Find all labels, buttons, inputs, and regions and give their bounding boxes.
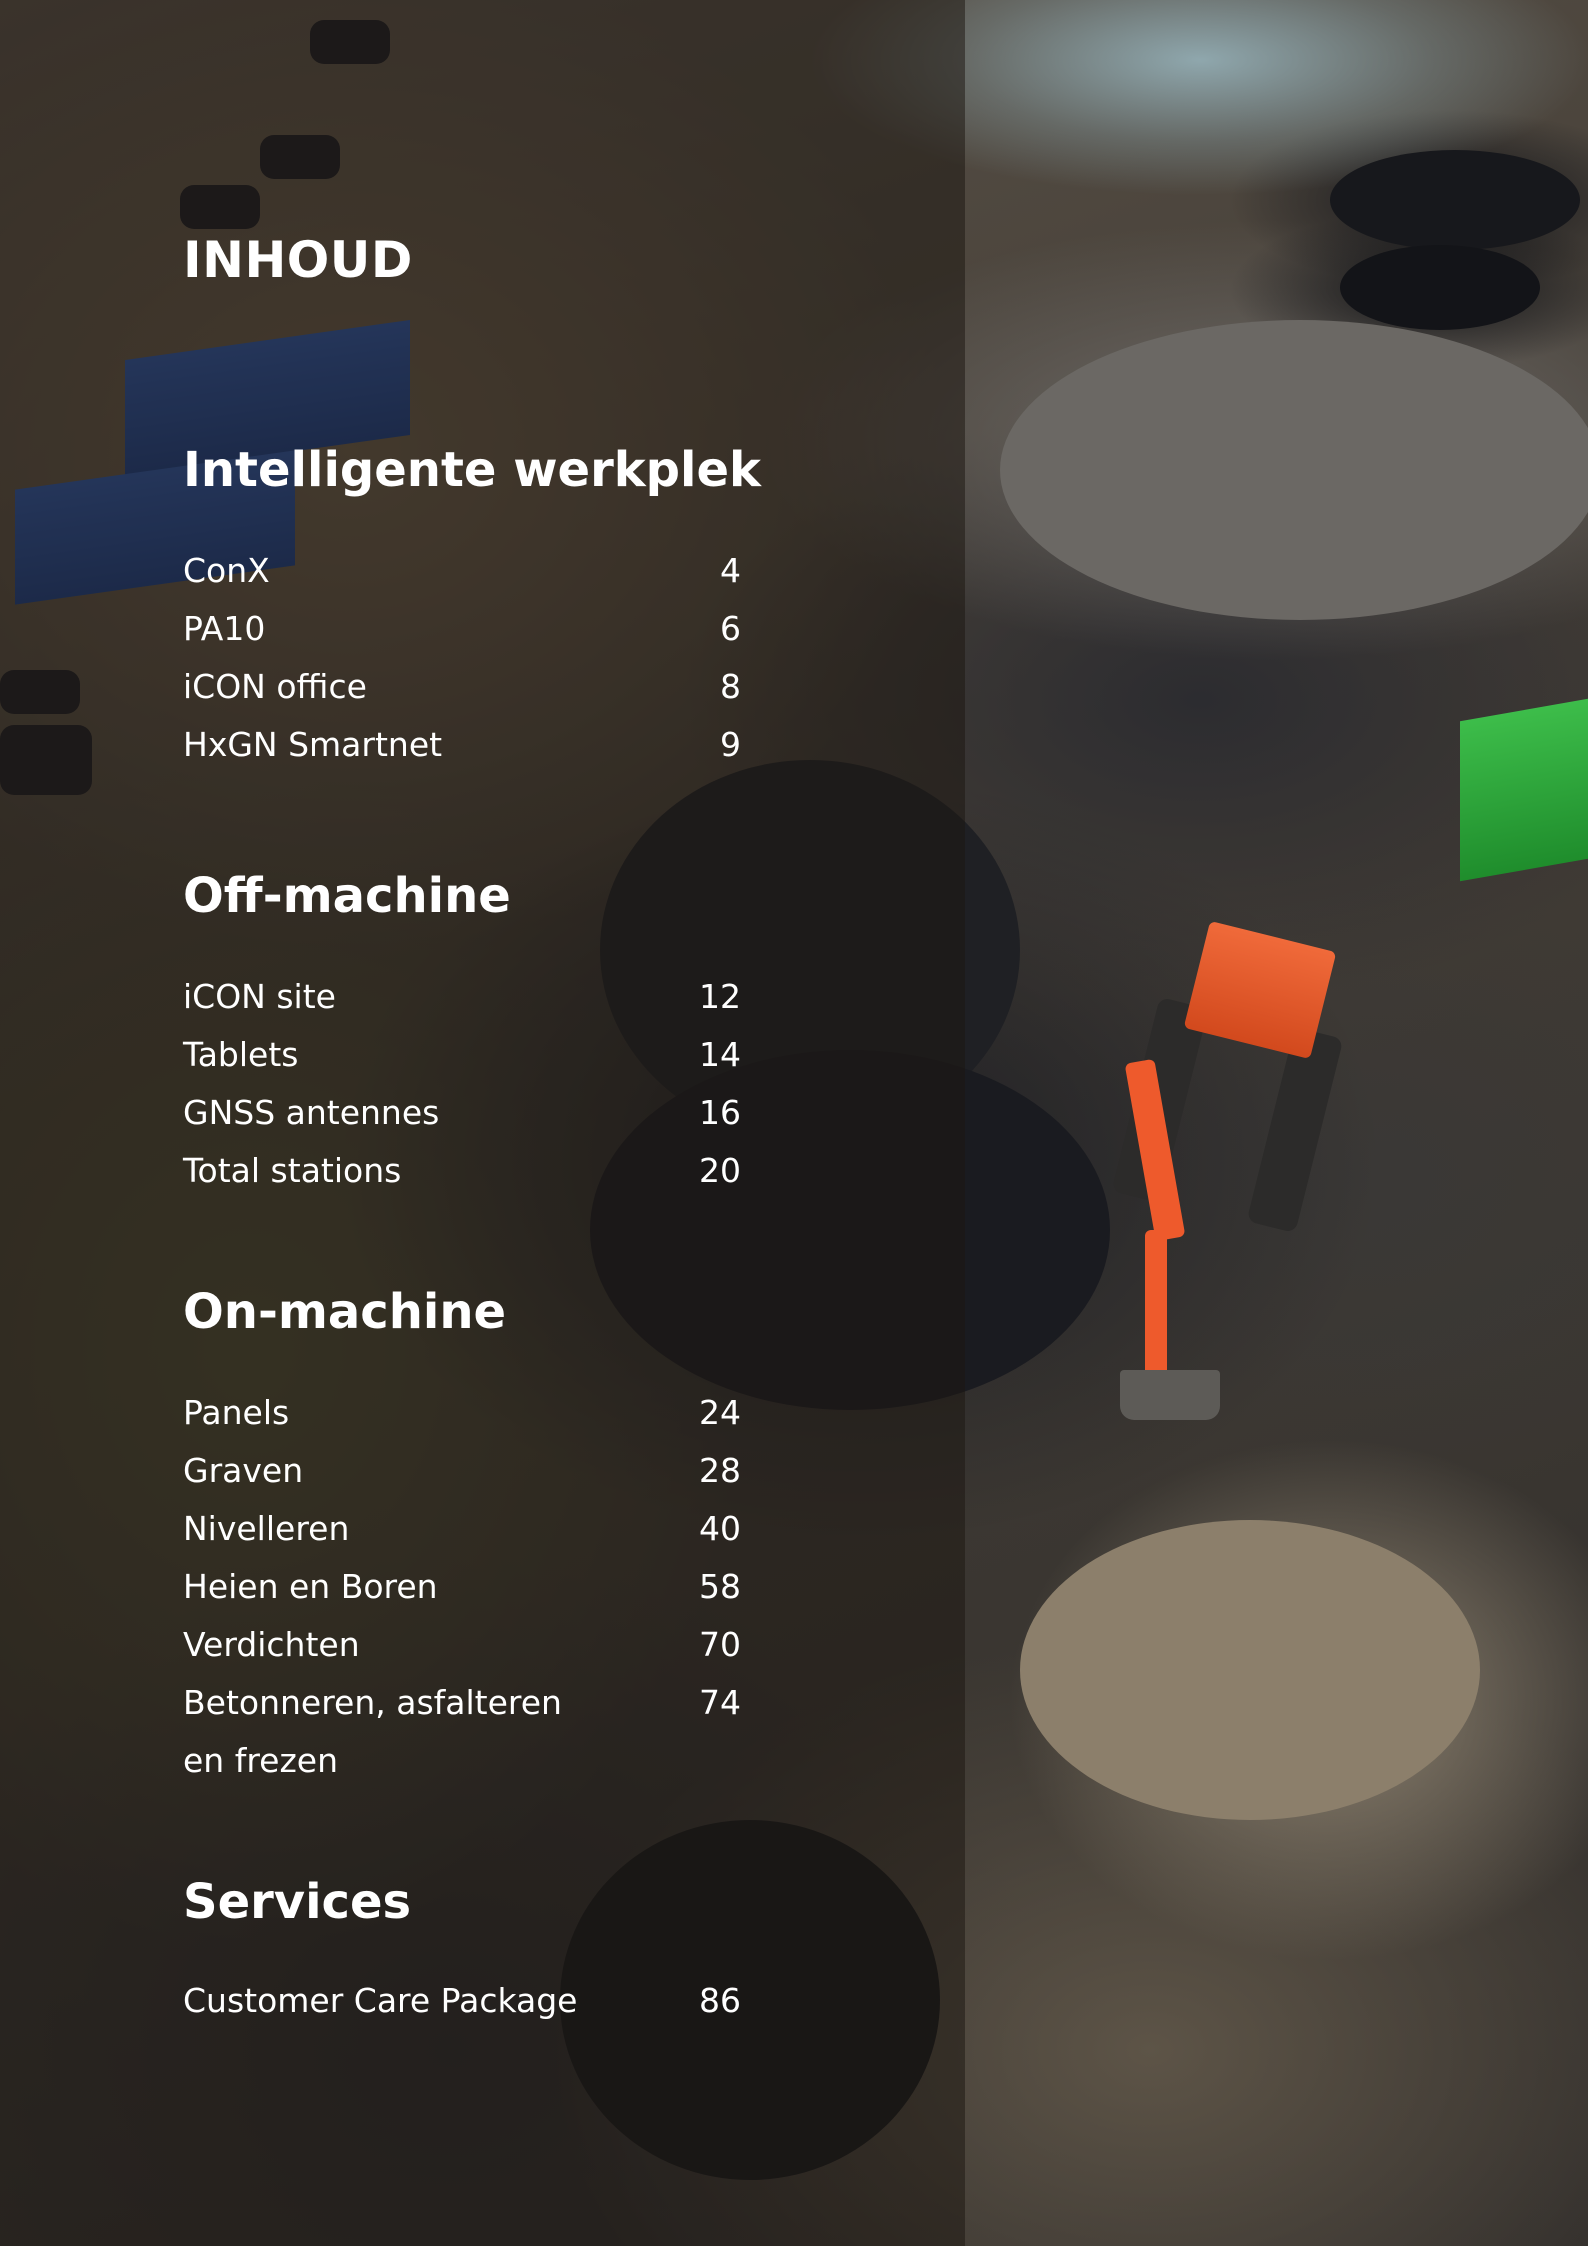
toc-entry[interactable]: Panels 24 bbox=[183, 1384, 741, 1442]
excavator-stick bbox=[1145, 1230, 1167, 1380]
section-heading-on-machine: On-machine bbox=[183, 1284, 507, 1340]
section-heading-intelligente-werkplek: Intelligente werkplek bbox=[183, 442, 761, 498]
toc-entry-label: HxGN Smartnet bbox=[183, 725, 443, 764]
toc-entry[interactable]: Total stations 20 bbox=[183, 1142, 741, 1200]
toc-entry-label: Customer Care Package bbox=[183, 1981, 578, 2020]
toc-page-number: 28 bbox=[699, 1451, 741, 1490]
toc-entry[interactable]: Heien en Boren 58 bbox=[183, 1558, 741, 1616]
toc-page-number: 40 bbox=[699, 1509, 741, 1548]
toc-entry-label: Total stations bbox=[183, 1151, 402, 1190]
toc-page-number: 86 bbox=[699, 1981, 741, 2020]
toc-entry[interactable]: Customer Care Package 86 bbox=[183, 1972, 741, 2030]
toc-entry-label: Betonneren, asfalteren en frezen bbox=[183, 1683, 562, 1780]
toc-page-number: 20 bbox=[699, 1151, 741, 1190]
toc-entry[interactable]: ConX 4 bbox=[183, 542, 741, 600]
section-heading-off-machine: Off-machine bbox=[183, 868, 511, 924]
toc-entry-label: GNSS antennes bbox=[183, 1093, 440, 1132]
toc-entry-label: Verdichten bbox=[183, 1625, 360, 1664]
toc-page-number: 12 bbox=[699, 977, 741, 1016]
toc-entry-label: iCON site bbox=[183, 977, 336, 1016]
excavator-bucket bbox=[1120, 1370, 1220, 1420]
toc-entry-label: Graven bbox=[183, 1451, 304, 1490]
soil-pile bbox=[1330, 150, 1580, 250]
toc-entry[interactable]: iCON office 8 bbox=[183, 658, 741, 716]
toc-entry-label: ConX bbox=[183, 551, 270, 590]
toc-entry[interactable]: iCON site 12 bbox=[183, 968, 741, 1026]
toc-page-number: 14 bbox=[699, 1035, 741, 1074]
toc-entry-label: Nivelleren bbox=[183, 1509, 350, 1548]
toc-page-number: 9 bbox=[720, 725, 741, 764]
toc-page-number: 16 bbox=[699, 1093, 741, 1132]
excavator-cab bbox=[1183, 920, 1337, 1060]
toc-entry[interactable]: Graven 28 bbox=[183, 1442, 741, 1500]
toc-entry[interactable]: Nivelleren 40 bbox=[183, 1500, 741, 1558]
excavator-track bbox=[1246, 1026, 1344, 1234]
toc-page-number: 4 bbox=[720, 551, 741, 590]
toc-entry[interactable]: GNSS antennes 16 bbox=[183, 1084, 741, 1142]
green-machine bbox=[1460, 698, 1588, 882]
toc-entry-label: Heien en Boren bbox=[183, 1567, 438, 1606]
toc-entry-label: Panels bbox=[183, 1393, 290, 1432]
toc-entry[interactable]: PA10 6 bbox=[183, 600, 741, 658]
page-title: INHOUD bbox=[183, 231, 413, 289]
toc-page-number: 74 bbox=[699, 1683, 741, 1722]
toc-entry-label: Tablets bbox=[183, 1035, 299, 1074]
toc-page-number: 70 bbox=[699, 1625, 741, 1664]
toc-page-number: 24 bbox=[699, 1393, 741, 1432]
section-heading-services: Services bbox=[183, 1874, 412, 1930]
toc-page-number: 6 bbox=[720, 609, 741, 648]
toc-entry-label: iCON office bbox=[183, 667, 367, 706]
toc-entry[interactable]: Betonneren, asfalteren en frezen 74 bbox=[183, 1674, 741, 1790]
soil-pile bbox=[1020, 1520, 1480, 1820]
toc-entry[interactable]: Tablets 14 bbox=[183, 1026, 741, 1084]
soil-pile bbox=[1340, 245, 1540, 330]
toc-entry[interactable]: Verdichten 70 bbox=[183, 1616, 741, 1674]
toc-entry-label: PA10 bbox=[183, 609, 266, 648]
toc-page-number: 58 bbox=[699, 1567, 741, 1606]
soil-pile bbox=[1000, 320, 1588, 620]
toc-page-number: 8 bbox=[720, 667, 741, 706]
toc-entry[interactable]: HxGN Smartnet 9 bbox=[183, 716, 741, 774]
table-of-contents-page: INHOUD Intelligente werkplek ConX 4 PA10… bbox=[0, 0, 1588, 2246]
